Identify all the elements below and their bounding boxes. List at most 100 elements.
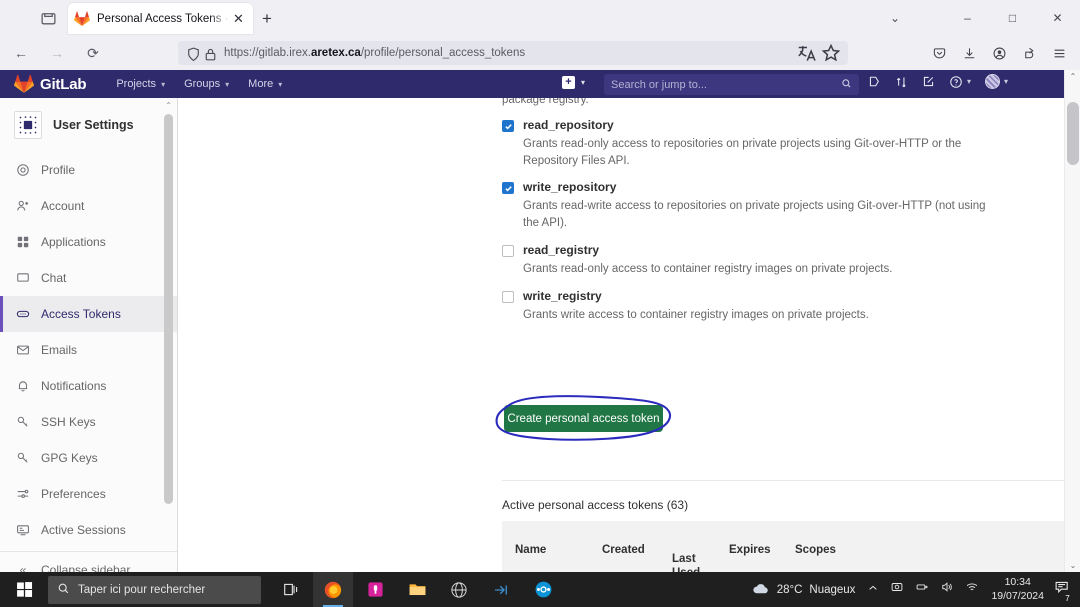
sidebar-item-active-sessions[interactable]: Active Sessions <box>0 512 177 548</box>
scope-description: Grants read-only access to container reg… <box>523 263 893 275</box>
list-all-tabs-icon[interactable] <box>40 10 57 27</box>
user-avatar[interactable]: ▾ <box>985 74 1008 89</box>
key-icon <box>15 451 31 465</box>
globe-icon[interactable] <box>439 572 479 607</box>
translate-icon[interactable] <box>796 44 818 62</box>
new-item-button[interactable]: + ▾ <box>562 76 585 89</box>
weather-widget[interactable]: 28°C Nuageux <box>751 579 855 601</box>
bookmark-star-icon[interactable] <box>820 43 842 62</box>
chevron-up-icon[interactable] <box>867 581 879 599</box>
sidebar-item-chat[interactable]: Chat <box>0 260 177 296</box>
taskbar-search-input[interactable]: Taper ici pour rechercher <box>48 575 261 604</box>
checkbox-write-repository[interactable] <box>502 182 514 194</box>
nextcloud-icon[interactable] <box>523 572 563 607</box>
scroll-up-icon[interactable]: ⌃ <box>1065 72 1080 81</box>
account-icon <box>15 199 31 213</box>
help-icon[interactable]: ▾ <box>949 75 971 89</box>
address-bar[interactable]: https://gitlab.irex.aretex.ca/profile/pe… <box>178 41 848 65</box>
chevron-double-left-icon: « <box>19 563 27 572</box>
chevron-down-icon: ▾ <box>278 79 283 89</box>
sidebar-item-access-tokens[interactable]: Access Tokens <box>0 296 177 332</box>
scope-read-repository: read_repository Grants read-only access … <box>502 118 1002 169</box>
sidebar-label: Notifications <box>41 379 107 393</box>
checkbox-read-repository[interactable] <box>502 120 514 132</box>
close-tab-icon[interactable]: ✕ <box>230 10 247 27</box>
firefox-icon[interactable] <box>313 572 353 607</box>
system-tray: 28°C Nuageux 10:34 19/07/2024 7 <box>751 572 1080 607</box>
share-icon[interactable] <box>1014 39 1044 67</box>
volume-icon[interactable] <box>940 580 954 599</box>
blue-arrow-icon[interactable] <box>481 572 521 607</box>
collapse-sidebar-button[interactable]: « Collapse sidebar <box>0 552 177 572</box>
weather-temp: 28°C <box>776 583 803 596</box>
task-view-icon[interactable] <box>271 572 311 607</box>
truncated-scope-text: package registry. <box>502 98 589 106</box>
sidebar-label: Applications <box>41 235 106 249</box>
page-scrollbar-thumb[interactable] <box>1067 102 1079 165</box>
address-bar-actions <box>796 43 842 62</box>
issues-icon[interactable] <box>868 75 881 88</box>
new-tab-button[interactable]: + <box>256 8 278 30</box>
minimize-button[interactable]: – <box>945 0 990 36</box>
notification-center-button[interactable]: 7 <box>1054 579 1073 604</box>
nav-groups[interactable]: Groups ▾ <box>176 74 237 94</box>
checkbox-write-registry[interactable] <box>502 291 514 303</box>
clock-time: 10:34 <box>1004 576 1031 589</box>
column-header-expires: Expires <box>729 544 771 556</box>
windows-start-icon[interactable] <box>0 581 48 598</box>
sidebar-item-notifications[interactable]: Notifications <box>0 368 177 404</box>
nav-more[interactable]: More ▾ <box>240 74 290 94</box>
scope-description: Grants write access to container registr… <box>523 309 869 321</box>
taskbar-clock[interactable]: 10:34 19/07/2024 <box>991 576 1044 602</box>
search-input[interactable]: Search or jump to... <box>604 74 859 95</box>
back-icon[interactable]: ← <box>6 39 36 67</box>
nav-projects-label: Projects <box>116 78 157 90</box>
wifi-icon[interactable] <box>965 580 979 599</box>
reload-icon[interactable]: ⟳ <box>78 39 108 67</box>
page-scrollbar[interactable]: ⌃ ⌄ <box>1064 70 1080 572</box>
sidebar-item-gpg-keys[interactable]: GPG Keys <box>0 440 177 476</box>
taskbar-search-placeholder: Taper ici pour rechercher <box>78 583 206 596</box>
gitlab-top-nav: GitLab Projects ▾ Groups ▾ More ▾ + ▾ Se… <box>0 70 1064 98</box>
url-suffix: /profile/personal_access_tokens <box>360 47 526 59</box>
browser-titlebar: Personal Access Tokens · User S ✕ + ⌄ – … <box>0 0 1080 36</box>
user-settings-icon <box>14 111 42 139</box>
sidebar-item-applications[interactable]: Applications <box>0 224 177 260</box>
gitlab-home-link[interactable]: GitLab <box>14 74 87 94</box>
forward-icon[interactable]: → <box>42 39 72 67</box>
sidebar-item-ssh-keys[interactable]: SSH Keys <box>0 404 177 440</box>
sidebar-label: SSH Keys <box>41 415 96 429</box>
camera-icon[interactable] <box>890 580 904 599</box>
browser-toolbar-actions <box>924 39 1074 67</box>
sidebar-item-emails[interactable]: Emails <box>0 332 177 368</box>
sidebar-label: GPG Keys <box>41 451 98 465</box>
account-icon[interactable] <box>984 39 1014 67</box>
close-window-button[interactable]: ✕ <box>1035 0 1080 36</box>
scroll-down-icon[interactable]: ⌄ <box>1065 561 1080 570</box>
tab-dropdown-icon[interactable]: ⌄ <box>871 0 919 36</box>
sidebar-scrollbar[interactable] <box>164 114 173 554</box>
nav-groups-label: Groups <box>184 78 221 90</box>
sidebar-item-profile[interactable]: Profile <box>0 152 177 188</box>
plus-icon: + <box>562 76 575 89</box>
create-personal-access-token-button[interactable]: Create personal access token <box>504 405 663 432</box>
browser-tab[interactable]: Personal Access Tokens · User S ✕ <box>68 3 253 34</box>
todos-icon[interactable] <box>922 75 935 88</box>
merge-requests-icon[interactable] <box>895 75 908 88</box>
maximize-button[interactable]: □ <box>990 0 1035 36</box>
scroll-up-icon[interactable]: ⌃ <box>165 101 172 110</box>
token-icon <box>15 307 31 321</box>
pocket-icon[interactable] <box>924 39 954 67</box>
app-pink-icon[interactable] <box>355 572 395 607</box>
downloads-icon[interactable] <box>954 39 984 67</box>
gitlab-logo-icon <box>14 74 34 94</box>
usb-icon[interactable] <box>915 580 929 599</box>
sidebar-item-account[interactable]: Account <box>0 188 177 224</box>
file-explorer-icon[interactable] <box>397 572 437 607</box>
sidebar-item-preferences[interactable]: Preferences <box>0 476 177 512</box>
nav-projects[interactable]: Projects ▾ <box>108 74 173 94</box>
preferences-icon <box>15 487 31 501</box>
checkbox-read-registry[interactable] <box>502 245 514 257</box>
menu-icon[interactable] <box>1044 39 1074 67</box>
sidebar-scrollbar-thumb[interactable] <box>164 114 173 504</box>
